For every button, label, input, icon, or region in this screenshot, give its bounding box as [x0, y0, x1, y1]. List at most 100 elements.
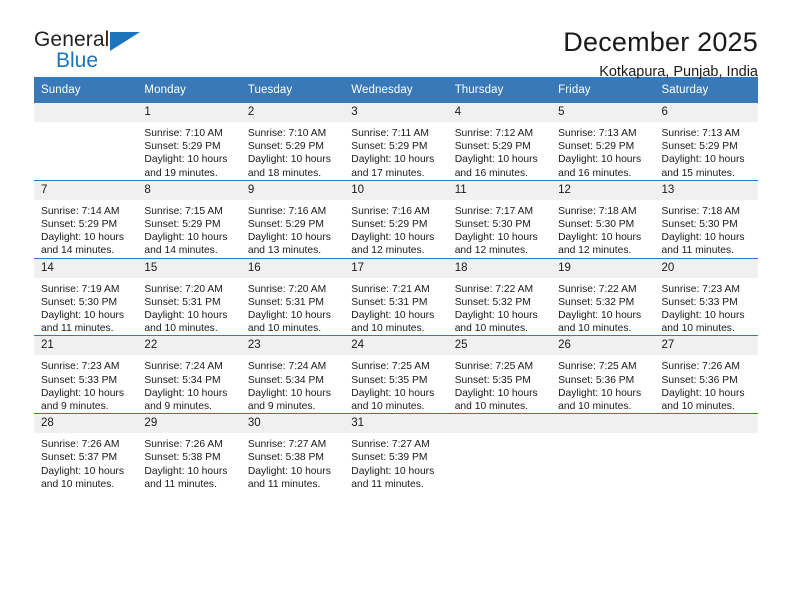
day-number: 16: [240, 258, 345, 278]
calendar-day-cell[interactable]: 3 Sunrise: 7:11 AM Sunset: 5:29 PM Daylight…: [344, 103, 448, 181]
daylight-text-line1: Daylight: 10 hours: [41, 387, 124, 399]
calendar-day-cell[interactable]: 21 Sunrise: 7:23 AM Sunset: 5:33 PM Dayligh…: [34, 335, 138, 414]
calendar-day-cell[interactable]: 29 Sunrise: 7:26 AM Sunset: 5:38 PM Dayligh…: [137, 413, 241, 492]
sunrise-text: Sunrise: 7:12 AM: [454, 128, 534, 139]
calendar-day-cell[interactable]: 16 Sunrise: 7:20 AM Sunset: 5:31 PM Dayligh…: [240, 257, 345, 336]
calendar-day-cell[interactable]: 20 Sunrise: 7:23 AM Sunset: 5:33 PM Dayligh…: [654, 257, 758, 336]
daylight-text-line2: and 10 minutes.: [351, 323, 425, 335]
calendar-day-cell[interactable]: 17 Sunrise: 7:21 AM Sunset: 5:31 PM Dayligh…: [344, 257, 448, 336]
calendar-day-cell[interactable]: 14 Sunrise: 7:19 AM Sunset: 5:30 PM Dayligh…: [34, 257, 138, 336]
calendar-day-cell[interactable]: 13 Sunrise: 7:18 AM Sunset: 5:30 PM Dayligh…: [654, 179, 758, 259]
daylight-text-line1: Daylight: 10 hours: [144, 465, 228, 477]
sunset-text: Sunset: 5:31 PM: [351, 296, 428, 308]
calendar-day-cell[interactable]: 18 Sunrise: 7:22 AM Sunset: 5:32 PM Dayligh…: [447, 257, 552, 336]
sunset-text: Sunset: 5:30 PM: [454, 219, 531, 231]
calendar-day-cell[interactable]: 22 Sunrise: 7:24 AM Sunset: 5:34 PM Dayligh…: [137, 335, 241, 414]
sunset-text: Sunset: 5:33 PM: [661, 296, 738, 308]
daylight-text-line1: Daylight: 10 hours: [351, 310, 435, 322]
page-subtitle: Kotkapura, Punjab, India: [599, 64, 758, 80]
daylight-text-line2: and 10 minutes.: [661, 401, 735, 413]
day-details: Sunrise: 7:26 AM Sunset: 5:38 PM Daylight:…: [137, 433, 240, 491]
sunset-text: Sunset: 5:29 PM: [144, 141, 221, 153]
calendar-day-cell[interactable]: 11 Sunrise: 7:17 AM Sunset: 5:30 PM Dayligh…: [447, 179, 552, 259]
sunset-text: Sunset: 5:37 PM: [41, 452, 118, 464]
day-number: 9: [240, 180, 345, 200]
day-details: Sunrise: 7:20 AM Sunset: 5:31 PM Daylight:…: [137, 278, 240, 336]
sunset-text: Sunset: 5:29 PM: [351, 141, 428, 153]
calendar-day-cell[interactable]: 19 Sunrise: 7:22 AM Sunset: 5:32 PM Dayligh…: [551, 257, 655, 336]
calendar-table: Sunday Monday Tuesday Wednesday Thursday…: [34, 77, 758, 492]
day-number: 17: [344, 258, 448, 278]
brand-logo[interactable]: General Blue: [34, 26, 144, 71]
day-details: Sunrise: 7:27 AM Sunset: 5:38 PM Daylight:…: [241, 433, 344, 491]
calendar-day-cell[interactable]: 26 Sunrise: 7:25 AM Sunset: 5:36 PM Dayligh…: [551, 335, 655, 414]
sunrise-text: Sunrise: 7:22 AM: [454, 283, 534, 295]
calendar-day-cell[interactable]: 1 Sunrise: 7:10 AM Sunset: 5:29 PM Daylight…: [137, 103, 241, 181]
calendar-day-cell[interactable]: 30 Sunrise: 7:27 AM Sunset: 5:38 PM Dayligh…: [240, 413, 345, 492]
sunset-text: Sunset: 5:29 PM: [661, 141, 738, 153]
day-details: Sunrise: 7:22 AM Sunset: 5:32 PM Daylight:…: [448, 278, 551, 336]
calendar-day-cell[interactable]: 9 Sunrise: 7:16 AM Sunset: 5:29 PM Daylight…: [240, 179, 345, 259]
sunrise-text: Sunrise: 7:11 AM: [351, 128, 429, 139]
day-details: Sunrise: 7:11 AM Sunset: 5:29 PM Daylight:…: [344, 122, 447, 180]
daylight-text-line1: Daylight: 10 hours: [454, 232, 538, 244]
calendar-day-cell[interactable]: 12 Sunrise: 7:18 AM Sunset: 5:30 PM Dayligh…: [551, 179, 655, 259]
daylight-text-line1: Daylight: 10 hours: [144, 154, 228, 166]
daylight-text-line1: Daylight: 10 hours: [41, 232, 124, 244]
daylight-text-line2: and 10 minutes.: [558, 323, 632, 335]
day-details: Sunrise: 7:27 AM Sunset: 5:39 PM Daylight:…: [344, 433, 447, 491]
title-block: December 2025 Kotkapura, Punjab, India: [563, 26, 758, 82]
calendar-day-cell[interactable]: 24 Sunrise: 7:25 AM Sunset: 5:35 PM Dayligh…: [344, 335, 448, 414]
day-number: 6: [654, 103, 758, 122]
day-number: 7: [34, 180, 138, 200]
calendar-day-cell[interactable]: 31 Sunrise: 7:27 AM Sunset: 5:39 PM Dayligh…: [344, 413, 448, 492]
calendar-day-cell[interactable]: 4 Sunrise: 7:12 AM Sunset: 5:29 PM Daylight…: [447, 103, 552, 181]
daylight-text-line2: and 10 minutes.: [247, 323, 322, 335]
daylight-text-line1: Daylight: 10 hours: [41, 310, 124, 322]
day-details: Sunrise: 7:22 AM Sunset: 5:32 PM Daylight:…: [551, 278, 654, 336]
calendar-week-row: 21 Sunrise: 7:23 AM Sunset: 5:33 PM Dayligh…: [34, 335, 758, 414]
calendar-day-cell[interactable]: 15 Sunrise: 7:20 AM Sunset: 5:31 PM Dayligh…: [137, 257, 241, 336]
triangle-logo-icon: [110, 32, 140, 51]
sunrise-text: Sunrise: 7:24 AM: [247, 361, 327, 373]
day-details: Sunrise: 7:24 AM Sunset: 5:34 PM Daylight:…: [137, 355, 240, 413]
day-number: 18: [447, 258, 552, 278]
weekday-header-tuesday: Tuesday: [240, 77, 345, 103]
day-details: Sunrise: 7:24 AM Sunset: 5:34 PM Daylight:…: [241, 355, 344, 413]
sunset-text: Sunset: 5:29 PM: [351, 219, 428, 231]
calendar-day-cell[interactable]: 23 Sunrise: 7:24 AM Sunset: 5:34 PM Dayligh…: [240, 335, 345, 414]
daylight-text-line2: and 10 minutes.: [454, 323, 528, 335]
day-details: Sunrise: 7:15 AM Sunset: 5:29 PM Daylight:…: [137, 200, 240, 258]
calendar-day-cell[interactable]: 7 Sunrise: 7:14 AM Sunset: 5:29 PM Daylight…: [34, 179, 138, 259]
sunrise-text: Sunrise: 7:24 AM: [144, 361, 223, 373]
sunrise-text: Sunrise: 7:16 AM: [351, 205, 430, 217]
day-number: 13: [654, 180, 758, 200]
daylight-text-line1: Daylight: 10 hours: [558, 387, 642, 399]
calendar-cell-empty: [447, 413, 552, 492]
daylight-text-line2: and 11 minutes.: [351, 478, 424, 490]
daylight-text-line1: Daylight: 10 hours: [247, 387, 331, 399]
sunrise-text: Sunrise: 7:18 AM: [558, 205, 637, 217]
day-number: 20: [654, 258, 758, 278]
sunrise-text: Sunrise: 7:23 AM: [661, 283, 740, 295]
sunrise-text: Sunrise: 7:10 AM: [144, 128, 223, 139]
calendar-day-cell[interactable]: 25 Sunrise: 7:25 AM Sunset: 5:35 PM Dayligh…: [447, 335, 552, 414]
daylight-text-line2: and 13 minutes.: [247, 245, 322, 257]
day-number: [34, 103, 138, 122]
day-details: Sunrise: 7:16 AM Sunset: 5:29 PM Daylight:…: [241, 200, 344, 258]
daylight-text-line1: Daylight: 10 hours: [247, 310, 331, 322]
calendar-day-cell[interactable]: 8 Sunrise: 7:15 AM Sunset: 5:29 PM Daylight…: [137, 179, 241, 259]
calendar-day-cell[interactable]: 5 Sunrise: 7:13 AM Sunset: 5:29 PM Daylight…: [551, 103, 655, 181]
daylight-text-line1: Daylight: 10 hours: [454, 154, 538, 166]
daylight-text-line1: Daylight: 10 hours: [558, 232, 642, 244]
calendar-day-cell[interactable]: 27 Sunrise: 7:26 AM Sunset: 5:36 PM Dayligh…: [654, 335, 758, 414]
daylight-text-line1: Daylight: 10 hours: [247, 232, 331, 244]
brand-name-blue: Blue: [56, 49, 99, 72]
calendar-day-cell[interactable]: 28 Sunrise: 7:26 AM Sunset: 5:37 PM Dayligh…: [34, 413, 138, 492]
daylight-text-line2: and 10 minutes.: [144, 323, 218, 335]
calendar-day-cell[interactable]: 2 Sunrise: 7:10 AM Sunset: 5:29 PM Daylight…: [240, 103, 345, 181]
calendar-day-cell[interactable]: 6 Sunrise: 7:13 AM Sunset: 5:29 PM Daylight…: [654, 103, 758, 181]
calendar-day-cell[interactable]: 10 Sunrise: 7:16 AM Sunset: 5:29 PM Dayligh…: [344, 179, 448, 259]
weekday-header-sunday: Sunday: [34, 77, 138, 103]
day-number: 8: [137, 180, 241, 200]
